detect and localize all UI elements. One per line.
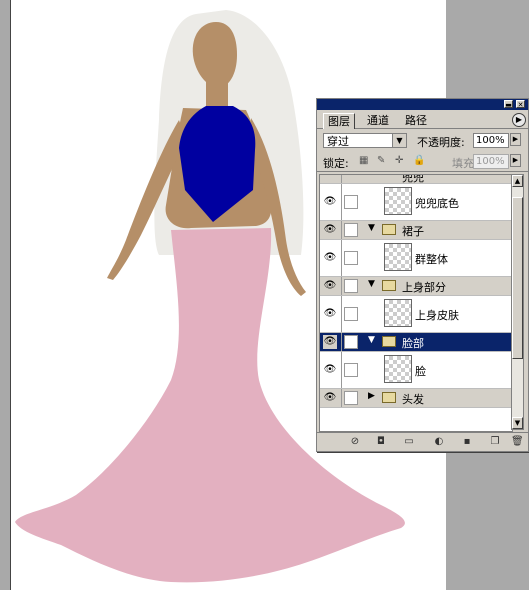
panel-tabs: 图层 通道 路径 ▶ (317, 110, 528, 129)
panel-titlebar[interactable]: ▬ ✕ (317, 99, 528, 110)
lock-move-icon[interactable]: ✛ (395, 155, 403, 166)
link-checkbox[interactable] (344, 335, 358, 349)
layer-row[interactable]: 👁 脸 (320, 352, 512, 389)
expand-triangle-icon[interactable]: ▼ (368, 335, 375, 345)
eye-icon[interactable]: 👁 (323, 195, 337, 209)
link-checkbox[interactable] (344, 391, 358, 405)
minimize-icon[interactable]: ▬ (504, 100, 513, 109)
folder-icon (382, 336, 396, 347)
layer-group-name: 裙子 (402, 225, 424, 238)
layer-row[interactable]: 👁 兜兜底色 (320, 184, 512, 221)
folder-icon (382, 224, 396, 235)
expand-triangle-icon[interactable]: ▼ (368, 279, 375, 289)
link-checkbox[interactable] (344, 307, 358, 321)
eye-icon[interactable]: 👁 (323, 251, 337, 265)
layer-row[interactable]: 👁 群整体 (320, 240, 512, 277)
eye-icon[interactable]: 👁 (323, 307, 337, 321)
new-group-icon[interactable]: ▭ (403, 436, 415, 448)
layer-group-row[interactable]: 👁 ▶ 头发 (320, 389, 512, 408)
blend-mode-select[interactable]: 穿过 ▼ (323, 133, 407, 148)
blend-mode-value: 穿过 (327, 135, 349, 148)
layer-group-name: 上身部分 (402, 281, 446, 294)
lock-brush-icon[interactable]: ✎ (377, 155, 385, 166)
layer-row[interactable]: 👁 上身皮肤 (320, 296, 512, 333)
layer-thumbnail (384, 299, 412, 327)
layer-thumbnail (384, 187, 412, 215)
new-layer-icon[interactable]: ❐ (489, 436, 501, 448)
lock-all-icon[interactable]: 🔒 (413, 155, 425, 166)
layer-group-name: 头发 (402, 393, 424, 406)
link-checkbox[interactable] (344, 223, 358, 237)
row-divider (341, 296, 342, 332)
lock-label: 锁定: (323, 157, 349, 170)
folder-icon (382, 280, 396, 291)
layer-group-row[interactable]: 👁 ▼ 裙子 (320, 221, 512, 240)
new-set-icon[interactable]: ▪ (461, 436, 473, 448)
eye-icon[interactable]: 👁 (323, 363, 337, 377)
row-divider (341, 184, 342, 220)
layer-group-row[interactable]: 👁 ▼ 上身部分 (320, 277, 512, 296)
collapse-triangle-icon[interactable]: ▶ (368, 391, 375, 401)
layers-panel: ▬ ✕ 图层 通道 路径 ▶ 穿过 ▼ 不透明度: 100% ▶ 锁定: ▦ ✎… (316, 98, 529, 452)
opacity-input[interactable]: 100% (473, 133, 509, 148)
layers-scrollbar[interactable]: ▲ ▼ (511, 174, 524, 430)
layer-name: 上身皮肤 (415, 309, 459, 322)
lock-fill-row: 锁定: ▦ ✎ ✛ 🔒 填充: 100% ▶ (317, 151, 528, 172)
fill-slider-arrow-icon[interactable]: ▶ (510, 154, 521, 167)
eye-icon[interactable]: 👁 (323, 391, 337, 405)
folder-icon (382, 392, 396, 403)
row-divider (341, 221, 342, 239)
tab-channels[interactable]: 通道 (363, 113, 393, 128)
layer-name: 群整体 (415, 253, 448, 266)
opacity-label: 不透明度: (417, 136, 465, 149)
fill-input[interactable]: 100% (473, 154, 509, 169)
row-divider (341, 352, 342, 388)
layer-thumbnail (384, 355, 412, 383)
tab-layers[interactable]: 图层 (323, 113, 355, 129)
row-divider (341, 389, 342, 407)
scroll-down-icon[interactable]: ▼ (512, 417, 523, 429)
eye-icon[interactable]: 👁 (323, 335, 337, 349)
row-divider (341, 240, 342, 276)
layer-thumbnail (384, 243, 412, 271)
link-checkbox[interactable] (344, 279, 358, 293)
scroll-up-icon[interactable]: ▲ (512, 175, 523, 187)
row-divider (341, 277, 342, 295)
close-icon[interactable]: ✕ (516, 100, 525, 109)
link-checkbox[interactable] (344, 363, 358, 377)
layer-mask-icon[interactable]: ◘ (375, 436, 387, 448)
panel-bottom-toolbar: ⊘ ◘ ▭ ◐ ▪ ❐ 🗑 (317, 432, 528, 451)
link-checkbox[interactable] (344, 195, 358, 209)
eye-icon[interactable]: 👁 (323, 279, 337, 293)
layer-group-name: 脸部 (402, 337, 424, 350)
link-checkbox[interactable] (344, 251, 358, 265)
adjustment-layer-icon[interactable]: ◐ (433, 436, 445, 448)
layer-group-row-selected[interactable]: 👁 ▼ 脸部 (320, 333, 512, 352)
layer-name: 脸 (415, 365, 426, 378)
layer-group-row[interactable]: 兜兜 (320, 175, 512, 184)
chevron-down-icon[interactable]: ▼ (392, 134, 406, 147)
expand-triangle-icon[interactable]: ▼ (368, 223, 375, 233)
lock-transparency-icon[interactable]: ▦ (359, 155, 368, 166)
opacity-slider-arrow-icon[interactable]: ▶ (510, 133, 521, 146)
layer-name: 兜兜底色 (415, 197, 459, 210)
tab-paths[interactable]: 路径 (401, 113, 431, 128)
blend-opacity-row: 穿过 ▼ 不透明度: 100% ▶ (317, 129, 528, 151)
link-layers-icon[interactable]: ⊘ (349, 436, 361, 448)
row-divider (341, 333, 342, 351)
trash-icon[interactable]: 🗑 (511, 436, 524, 448)
row-divider (341, 175, 342, 183)
layers-list[interactable]: 兜兜 👁 兜兜底色 👁 ▼ 裙子 👁 群整体 👁 ▼ 上身部分 👁 上身皮肤 👁… (319, 174, 513, 432)
eye-icon[interactable]: 👁 (323, 223, 337, 237)
panel-menu-arrow-icon[interactable]: ▶ (512, 113, 526, 127)
workspace-left-edge (0, 0, 10, 590)
scroll-thumb[interactable] (512, 197, 523, 359)
